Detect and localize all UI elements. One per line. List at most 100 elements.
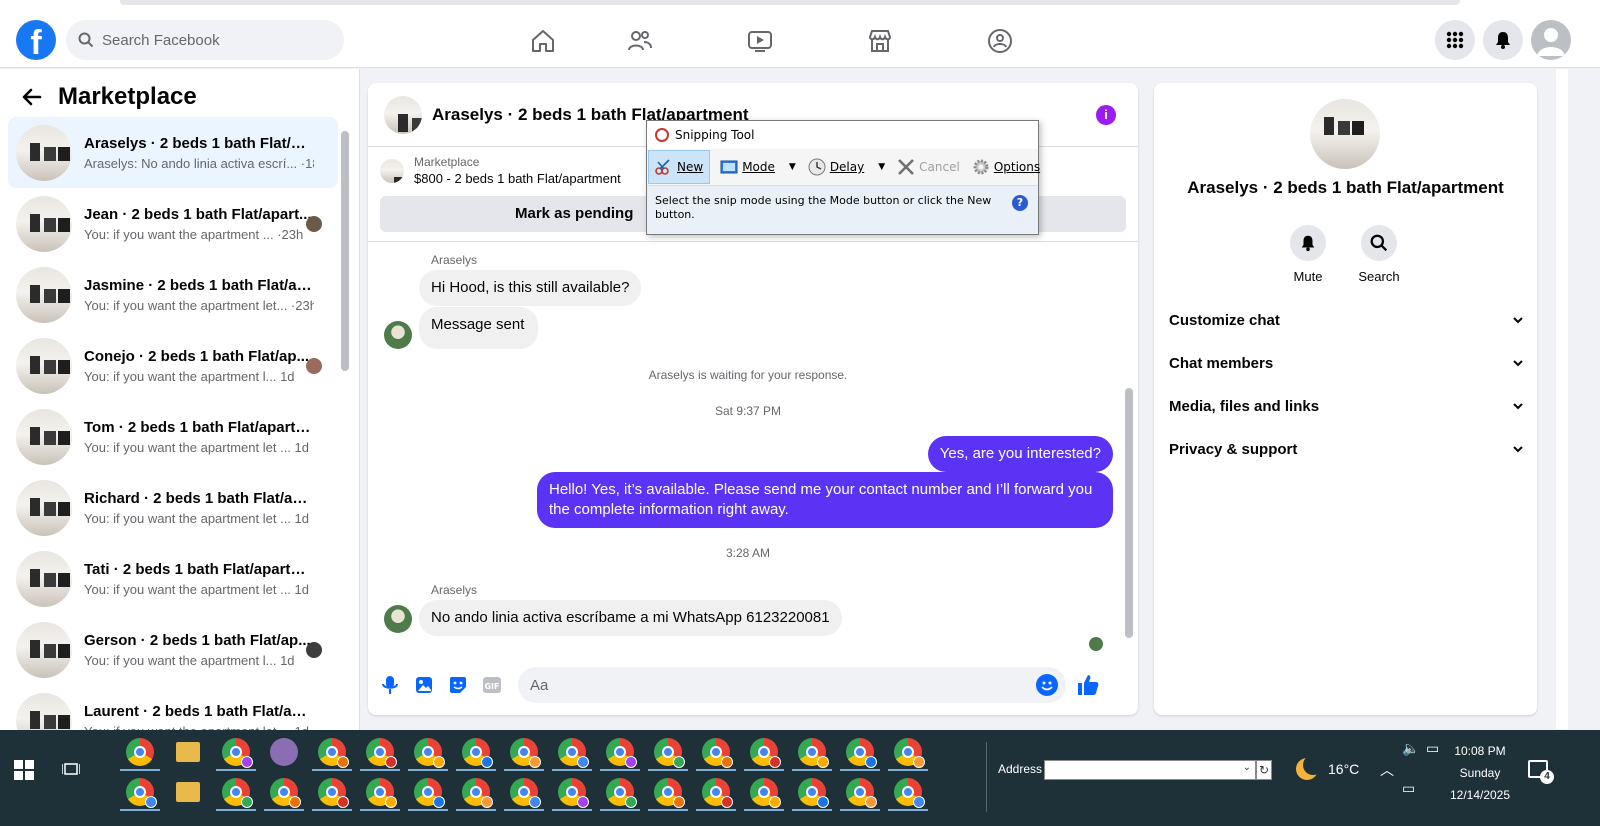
info-icon[interactable]: i [1096,105,1116,125]
conversation-item[interactable]: Gerson · 2 beds 1 bath Flat/ap... You: if… [8,614,338,685]
chat-scrollbar[interactable] [1124,248,1134,658]
chrome-profile-icon[interactable] [414,778,445,808]
cancel-button[interactable]: Cancel [891,150,966,184]
chrome-profile-icon[interactable] [750,738,781,768]
chrome-profile-icon[interactable] [222,738,253,768]
address-go-button[interactable]: ↻ [1256,760,1272,780]
snipping-tool-taskbar-icon[interactable] [270,738,298,766]
incoming-message[interactable]: No ando linia activa escríbame a mi What… [419,600,842,636]
chrome-profile-icon[interactable] [894,738,925,768]
search-in-chat-button[interactable] [1361,225,1397,261]
conversation-item[interactable]: Tati · 2 beds 1 bath Flat/apartment You: … [8,543,338,614]
chat-members-section[interactable]: Chat members [1169,345,1524,381]
mute-action[interactable]: Mute [1278,225,1338,284]
chrome-profile-icon[interactable] [126,738,154,766]
windows-start-icon[interactable] [14,760,34,780]
help-icon[interactable]: ? [1012,195,1028,211]
chrome-profile-icon[interactable] [798,778,829,808]
notification-center-icon[interactable]: 4 [1528,760,1554,784]
back-arrow-icon[interactable] [20,85,44,109]
delay-button[interactable]: Delay ▼ [802,150,891,184]
desktop-icon[interactable]: ▭ [1402,780,1415,797]
outgoing-message[interactable]: Hello! Yes, it’s available. Please send … [537,472,1113,528]
conversation-item[interactable]: Richard · 2 beds 1 bath Flat/apar... You:… [8,472,338,543]
emoji-icon[interactable] [1036,674,1058,696]
message-input-box[interactable] [518,667,1066,703]
incoming-message[interactable]: Message sent [419,307,539,349]
chrome-profile-icon[interactable] [510,778,541,808]
chrome-profile-icon[interactable] [702,738,733,768]
chrome-profile-icon[interactable] [846,778,877,808]
conversation-item[interactable]: Araselys · 2 beds 1 bath Flat/apa... Aras… [8,117,338,188]
chrome-profile-icon[interactable] [318,778,349,808]
chrome-profile-icon[interactable] [462,778,493,808]
notifications-button[interactable] [1483,20,1523,60]
facebook-logo-icon[interactable]: f [16,20,56,60]
sidebar-scroll-thumb[interactable] [341,131,349,371]
chrome-profile-icon[interactable] [510,738,541,768]
snipping-tool-titlebar[interactable]: Snipping Tool [647,121,1038,149]
thumbs-up-icon[interactable] [1076,673,1100,697]
network-icon[interactable]: ▭ [1426,740,1439,757]
nav-home[interactable] [520,24,580,58]
show-hidden-icons-icon[interactable]: ︿ [1380,760,1394,780]
delay-dropdown-icon[interactable]: ▼ [878,162,885,172]
conversation-item[interactable]: Jean · 2 beds 1 bath Flat/apart... You: i… [8,188,338,259]
chrome-profile-icon[interactable] [318,738,349,768]
file-explorer-icon[interactable] [176,782,200,802]
search-box[interactable] [66,20,344,60]
nav-marketplace[interactable] [820,24,940,58]
attach-photo-button[interactable] [414,675,434,695]
outgoing-message[interactable]: Yes, are you interested? [927,436,1113,472]
listing-summary[interactable]: Marketplace $800 - 2 beds 1 bath Flat/ap… [380,155,621,186]
mode-button[interactable]: Mode ▼ [714,150,802,184]
address-dropdown-icon[interactable]: ⌄ [1243,762,1251,773]
options-button[interactable]: Options [966,150,1046,184]
nav-groups[interactable] [940,24,1060,58]
message-input[interactable] [530,676,1010,694]
chrome-profile-icon[interactable] [366,778,397,808]
customize-chat-section[interactable]: Customize chat [1169,302,1524,338]
volume-icon[interactable]: 🔈 [1402,740,1419,757]
chrome-profile-icon[interactable] [462,738,493,768]
mute-button[interactable] [1290,225,1326,261]
chrome-profile-icon[interactable] [606,738,637,768]
chrome-profile-icon[interactable] [366,738,397,768]
menu-button[interactable] [1435,20,1475,60]
page-scrollbar[interactable] [1556,69,1568,729]
sender-avatar[interactable] [384,321,412,349]
chrome-profile-icon[interactable] [894,778,925,808]
conversation-item[interactable]: Tom · 2 beds 1 bath Flat/apartm... You: i… [8,401,338,472]
chrome-profile-icon[interactable] [702,778,733,808]
chrome-profile-icon[interactable] [558,738,589,768]
chat-info-thumbnail[interactable] [1310,99,1380,169]
chat-scroll-thumb[interactable] [1125,388,1133,638]
nav-friends[interactable] [580,24,700,58]
search-action[interactable]: Search [1349,225,1409,284]
media-files-links-section[interactable]: Media, files and links [1169,388,1524,424]
chrome-profile-icon[interactable] [270,778,301,808]
chrome-profile-icon[interactable] [126,778,157,808]
mode-dropdown-icon[interactable]: ▼ [789,162,796,172]
weather-widget[interactable]: 16°C [1296,755,1359,780]
sidebar-scrollbar[interactable] [340,121,350,741]
chrome-profile-icon[interactable] [798,738,829,768]
gif-button[interactable]: GIF [482,675,502,695]
incoming-message[interactable]: Hi Hood, is this still available? [419,270,642,306]
chrome-profile-icon[interactable] [750,778,781,808]
address-input[interactable]: ⌄ [1044,760,1256,780]
chrome-profile-icon[interactable] [558,778,589,808]
sticker-button[interactable] [448,675,468,695]
search-input[interactable] [102,31,322,49]
sender-avatar[interactable] [384,605,412,633]
conversation-item[interactable]: Jasmine · 2 beds 1 bath Flat/apa... You: … [8,259,338,330]
account-icon[interactable] [1531,20,1571,60]
system-clock[interactable]: 10:08 PM Sunday 12/14/2025 [1440,740,1520,806]
chrome-profile-icon[interactable] [654,778,685,808]
chrome-profile-icon[interactable] [846,738,877,768]
privacy-support-section[interactable]: Privacy & support [1169,431,1524,467]
chat-listing-thumbnail[interactable] [384,95,422,134]
voice-clip-button[interactable] [380,675,400,695]
file-explorer-icon[interactable] [176,742,200,762]
conversation-item[interactable]: Conejo · 2 beds 1 bath Flat/ap... You: if… [8,330,338,401]
